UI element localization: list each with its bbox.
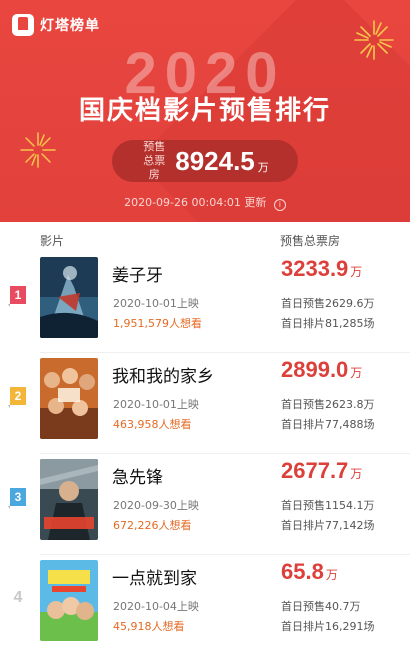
- movie-poster[interactable]: [40, 257, 98, 338]
- gross-unit: 万: [350, 265, 363, 279]
- presale-gross: 3233.9 万: [281, 256, 362, 282]
- first-day-presale: 首日预售2623.8万: [281, 398, 375, 411]
- movie-row[interactable]: 1 姜子牙 2020-10-01上映 1,951,579人想看 3233.9 万 …: [0, 252, 410, 353]
- header-banner: 灯塔榜单 2020 国庆档影片预售排行 预售 总票房 8924.5 万 2020…: [0, 0, 410, 222]
- presale-gross: 2899.0 万: [281, 357, 362, 383]
- column-header: 影片 预售总票房: [0, 222, 410, 252]
- first-day-presale: 首日预售1154.1万: [281, 499, 375, 512]
- logo-text: 灯塔榜单: [40, 18, 100, 34]
- update-time: 2020-09-26 00:04:01 更新 i: [0, 194, 410, 211]
- movie-poster[interactable]: [40, 358, 98, 439]
- gross-value: 3233.9: [281, 256, 349, 281]
- rank-badge: 2: [8, 387, 26, 408]
- release-date: 2020-09-30上映: [113, 499, 199, 512]
- total-presale-unit: 万: [257, 161, 269, 174]
- total-presale-value: 8924.5: [175, 145, 255, 176]
- movie-row[interactable]: 4 一点就到家 2020-10-04上映 45,918人想看 65.8 万 首日预…: [0, 555, 410, 656]
- presale-gross: 65.8 万: [281, 559, 338, 585]
- first-day-screenings: 首日排片77,142场: [281, 519, 375, 532]
- movie-title: 一点就到家: [112, 569, 197, 589]
- movie-title: 姜子牙: [112, 266, 163, 286]
- column-presale: 预售总票房: [280, 234, 341, 248]
- first-day-presale: 首日预售2629.6万: [281, 297, 375, 310]
- release-date: 2020-10-01上映: [113, 398, 199, 411]
- gross-value: 65.8: [281, 559, 324, 584]
- gross-value: 2677.7: [281, 458, 349, 483]
- app-logo: 灯塔榜单: [12, 14, 100, 36]
- movie-row[interactable]: 2 我和我的家乡 2020-10-01上映 463,958人想看 2899.0 万…: [0, 353, 410, 454]
- update-text: 2020-09-26 00:04:01 更新: [124, 196, 267, 209]
- gross-unit: 万: [325, 568, 338, 582]
- total-presale-label: 预售 总票房: [143, 140, 166, 181]
- rank-badge: 3: [8, 488, 26, 509]
- release-date: 2020-10-04上映: [113, 600, 199, 613]
- total-presale-badge: 预售 总票房 8924.5 万: [112, 140, 298, 182]
- movie-title: 我和我的家乡: [112, 367, 214, 387]
- page-title: 国庆档影片预售排行: [78, 96, 331, 126]
- first-day-presale: 首日预售40.7万: [281, 600, 361, 613]
- lighthouse-icon: [12, 14, 34, 36]
- want-to-see-count: 45,918人想看: [113, 620, 185, 633]
- movie-poster[interactable]: [40, 459, 98, 540]
- column-film: 影片: [40, 234, 65, 248]
- movie-title: 急先锋: [112, 468, 163, 488]
- first-day-screenings: 首日排片81,285场: [281, 317, 375, 330]
- want-to-see-count: 463,958人想看: [113, 418, 192, 431]
- first-day-screenings: 首日排片77,488场: [281, 418, 375, 431]
- rank-number: 4: [13, 589, 23, 606]
- want-to-see-count: 1,951,579人想看: [113, 317, 202, 330]
- movie-row[interactable]: 3 急先锋 2020-09-30上映 672,226人想看 2677.7 万 首日…: [0, 454, 410, 555]
- want-to-see-count: 672,226人想看: [113, 519, 192, 532]
- gross-value: 2899.0: [281, 357, 349, 382]
- gross-unit: 万: [350, 366, 363, 380]
- info-icon[interactable]: i: [273, 199, 286, 211]
- rank-badge: 1: [8, 286, 26, 307]
- firework-icon: [20, 132, 56, 168]
- gross-unit: 万: [350, 467, 363, 481]
- movie-poster[interactable]: [40, 560, 98, 641]
- release-date: 2020-10-01上映: [113, 297, 199, 310]
- first-day-screenings: 首日排片16,291场: [281, 620, 375, 633]
- presale-gross: 2677.7 万: [281, 458, 362, 484]
